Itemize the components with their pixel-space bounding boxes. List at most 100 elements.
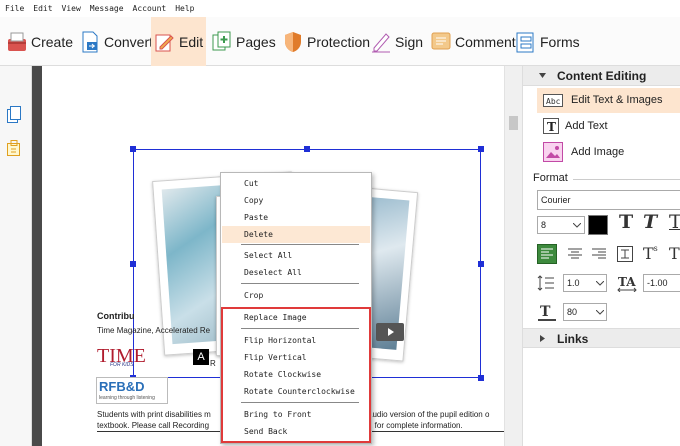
- chevron-down-icon: [573, 223, 581, 228]
- menu-item-bring-to-front[interactable]: Bring to Front: [222, 406, 370, 423]
- menu-item-rotate-clockwise[interactable]: Rotate Clockwise: [222, 366, 370, 383]
- format-label: Format: [533, 172, 568, 184]
- menu-account[interactable]: Account: [133, 4, 167, 13]
- menu-view[interactable]: View: [62, 4, 81, 13]
- align-left-button[interactable]: [537, 244, 557, 264]
- rfbd-logo-text: RFB&D: [99, 379, 145, 394]
- main-toolbar: Create Convert Edit Pages Protection Sig…: [0, 17, 680, 66]
- footer-line2-left: textbook. Please call Recording: [97, 421, 210, 430]
- menu-item-copy[interactable]: Copy: [222, 192, 370, 209]
- footer-line1-right: audio version of the pupil edition o: [368, 410, 490, 419]
- content-editing-header[interactable]: Content Editing: [523, 66, 680, 86]
- menu-item-crop[interactable]: Crop: [222, 287, 370, 304]
- time-for-kids-sub: FOR KIDS: [110, 362, 134, 368]
- resize-handle[interactable]: [130, 146, 136, 152]
- align-center-icon[interactable]: [567, 246, 583, 262]
- contributors-line: Time Magazine, Accelerated Re: [97, 326, 211, 335]
- chevron-down-icon: [596, 310, 604, 315]
- attachment-icon[interactable]: [7, 140, 21, 157]
- menu-item-flip-horizontal[interactable]: Flip Horizontal: [222, 332, 370, 349]
- svg-text:T: T: [547, 120, 556, 134]
- pages-thumbnail-icon[interactable]: [7, 106, 21, 123]
- forms-label: Forms: [540, 33, 580, 50]
- underline-icon[interactable]: T: [669, 211, 680, 233]
- menu-file[interactable]: File: [5, 4, 24, 13]
- align-left-icon: [541, 248, 553, 259]
- edit-button[interactable]: Edit: [151, 17, 206, 66]
- contributors-heading: Contribu: [97, 311, 135, 321]
- forms-icon: [516, 32, 534, 52]
- justify-icon[interactable]: [617, 246, 633, 262]
- line-spacing-icon: [537, 275, 554, 291]
- document-canvas[interactable]: Contribu Time Magazine, Accelerated Re T…: [42, 66, 504, 446]
- format-divider: [573, 179, 680, 180]
- superscript-icon[interactable]: Ts: [643, 244, 658, 263]
- edit-label: Edit: [179, 33, 204, 50]
- text-t-icon: T: [543, 118, 559, 134]
- pages-label: Pages: [236, 33, 276, 50]
- menu-item-flip-vertical[interactable]: Flip Vertical: [222, 349, 370, 366]
- svg-text:TA: TA: [618, 275, 636, 289]
- links-title: Links: [557, 332, 589, 346]
- comment-button[interactable]: Comment: [431, 17, 516, 66]
- links-header[interactable]: Links: [523, 328, 680, 348]
- menu-edit[interactable]: Edit: [33, 4, 52, 13]
- properties-panel: Content Editing Abc Edit Text & Images T…: [522, 66, 680, 446]
- char-spacing-input[interactable]: -1.00: [643, 274, 680, 292]
- left-sidebar: [0, 66, 32, 446]
- char-spacing-icon: TA: [617, 275, 637, 292]
- edit-text-images-label: Edit Text & Images: [571, 94, 663, 106]
- menu-message[interactable]: Message: [90, 4, 124, 13]
- add-image-label: Add Image: [571, 146, 625, 158]
- pages-icon: [212, 31, 231, 50]
- horizontal-scale-icon: T: [538, 304, 556, 321]
- bold-icon[interactable]: T: [619, 211, 633, 233]
- edit-text-images-option[interactable]: Abc Edit Text & Images: [537, 88, 680, 113]
- comment-label: Comment: [455, 33, 516, 50]
- menu-item-deselect-all[interactable]: Deselect All: [222, 264, 370, 281]
- rfbd-logo-sub: learning through listening: [99, 395, 155, 401]
- convert-button[interactable]: Convert: [80, 17, 153, 66]
- menu-item-paste[interactable]: Paste: [222, 209, 370, 226]
- resize-handle[interactable]: [304, 146, 310, 152]
- menu-item-delete[interactable]: Delete: [222, 226, 370, 243]
- edit-icon: [155, 34, 174, 51]
- scrollbar-thumb[interactable]: [509, 116, 518, 130]
- menu-item-replace-image[interactable]: Replace Image: [222, 309, 370, 326]
- protection-button[interactable]: Protection: [283, 17, 370, 66]
- context-menu: Cut Copy Paste Delete Select All Deselec…: [220, 172, 372, 444]
- page-gutter: [32, 66, 42, 446]
- align-right-icon[interactable]: [591, 246, 607, 262]
- create-button[interactable]: Create: [7, 17, 73, 66]
- menu-separator: [241, 402, 359, 403]
- menu-help[interactable]: Help: [175, 4, 194, 13]
- vertical-scrollbar[interactable]: [504, 66, 522, 446]
- subscript-icon[interactable]: T: [669, 244, 680, 263]
- menu-bar: File Edit View Message Account Help: [0, 0, 680, 17]
- shield-icon: [285, 31, 301, 52]
- menu-item-send-back[interactable]: Send Back: [222, 423, 370, 440]
- font-family-select[interactable]: Courier: [537, 190, 680, 210]
- sign-label: Sign: [395, 33, 424, 50]
- resize-handle[interactable]: [478, 146, 484, 152]
- resize-handle[interactable]: [478, 375, 484, 381]
- caret-right-icon: [540, 335, 545, 342]
- create-label: Create: [31, 33, 74, 50]
- pages-button[interactable]: Pages: [212, 17, 276, 66]
- edit-text-image-icon: Abc: [543, 94, 563, 107]
- menu-separator: [241, 328, 359, 329]
- font-color-swatch[interactable]: [588, 215, 608, 235]
- add-image-option[interactable]: Add Image: [537, 141, 680, 165]
- add-text-option[interactable]: T Add Text: [537, 116, 680, 138]
- sign-button[interactable]: Sign: [371, 17, 423, 66]
- chevron-down-icon: [596, 281, 604, 286]
- ar-logo: A: [193, 349, 209, 365]
- italic-icon[interactable]: T: [643, 211, 657, 233]
- menu-item-rotate-counterclockwise[interactable]: Rotate Counterclockwise: [222, 383, 370, 400]
- menu-item-select-all[interactable]: Select All: [222, 247, 370, 264]
- resize-handle[interactable]: [130, 261, 136, 267]
- menu-item-cut[interactable]: Cut: [222, 175, 370, 192]
- forms-button[interactable]: Forms: [516, 17, 580, 66]
- resize-handle[interactable]: [478, 261, 484, 267]
- footer-line1-left: Students with print disabilities m: [97, 410, 211, 419]
